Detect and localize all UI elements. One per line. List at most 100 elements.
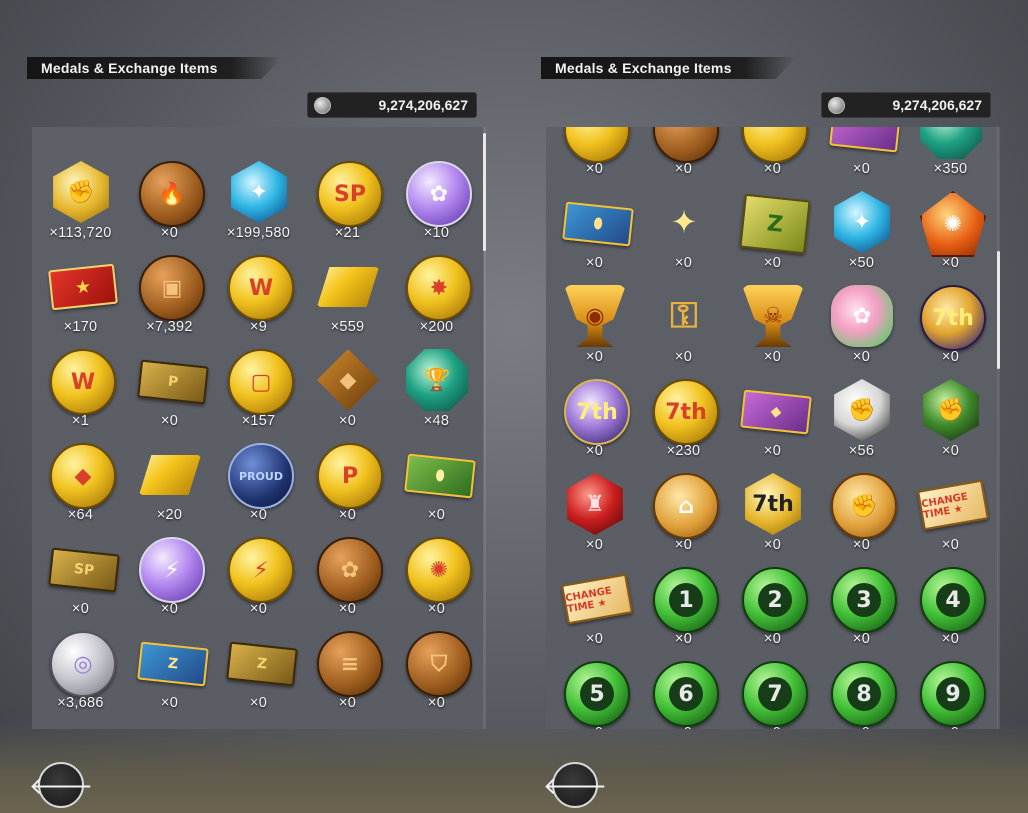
item-cell[interactable]: ✿ ×0 bbox=[303, 537, 392, 631]
blue-gold-hex-medal-icon: ✦ bbox=[834, 191, 890, 253]
7th-purple-medal-icon: 7th bbox=[564, 379, 630, 445]
item-count: ×0 bbox=[852, 161, 871, 177]
item-cell[interactable]: ▣ ×7,392 bbox=[125, 255, 214, 349]
item-cell[interactable]: W ×1 bbox=[36, 349, 125, 443]
item-cell[interactable]: ✸ ×200 bbox=[392, 255, 481, 349]
item-cell[interactable]: 7th ×230 bbox=[639, 379, 728, 473]
item-cell[interactable]: ⬮ ×0 bbox=[392, 443, 481, 537]
item-cell[interactable]: ✦ ×50 bbox=[817, 191, 906, 285]
item-count: ×0 bbox=[585, 443, 604, 459]
item-cell[interactable]: 6 ×0 bbox=[639, 661, 728, 729]
item-cell[interactable]: ✊ ×56 bbox=[817, 379, 906, 473]
gold-bar-icon bbox=[317, 267, 379, 307]
item-cell[interactable]: ☠ ×0 bbox=[728, 285, 817, 379]
item-cell[interactable]: ◉ ×0 bbox=[550, 285, 639, 379]
item-cell[interactable]: ▢ ×157 bbox=[214, 349, 303, 443]
item-grid[interactable]: ✊ ×113,720 🔥 ×0 ✦ ×199,580 SP ×21 ✿ ×10 ★ ×170 ▣ ×7,3… bbox=[32, 127, 484, 729]
item-cell[interactable]: SP ×21 bbox=[303, 161, 392, 255]
item-cell[interactable]: ✺ ×0 bbox=[906, 191, 995, 285]
item-cell[interactable]: 🏆 ×48 bbox=[392, 349, 481, 443]
item-cell[interactable]: Z ×0 bbox=[125, 631, 214, 725]
item-cell[interactable]: ★ ×170 bbox=[36, 255, 125, 349]
item-cell[interactable]: ×20 bbox=[125, 443, 214, 537]
item-cell[interactable]: P ×0 bbox=[125, 349, 214, 443]
item-count: ×0 bbox=[852, 349, 871, 365]
scroll-thumb[interactable] bbox=[997, 251, 1000, 369]
item-cell[interactable]: 🔥 ×0 bbox=[125, 161, 214, 255]
item-cell[interactable]: 7 ×0 bbox=[728, 661, 817, 729]
item-cell[interactable]: ◆ ×64 bbox=[36, 443, 125, 537]
item-cell[interactable]: 1 ×0 bbox=[639, 567, 728, 661]
item-cell[interactable]: ◎ ×3,686 bbox=[36, 631, 125, 725]
item-count: ×0 bbox=[941, 537, 960, 553]
item-count: ×0 bbox=[160, 601, 179, 617]
item-cell[interactable]: 4 ×0 bbox=[906, 567, 995, 661]
item-cell[interactable]: ≡ ×0 bbox=[303, 631, 392, 725]
item-cell[interactable]: PROUD ×0 bbox=[214, 443, 303, 537]
item-cell[interactable]: 7th ×0 bbox=[550, 379, 639, 473]
item-cell[interactable]: ×0 bbox=[728, 127, 817, 191]
teal-trophy-medal-icon: 🏆 bbox=[406, 349, 468, 411]
item-cell[interactable]: ◆ ×0 bbox=[303, 349, 392, 443]
item-cell[interactable]: Z ×0 bbox=[214, 631, 303, 725]
item-count: ×7,392 bbox=[146, 319, 193, 335]
item-cell[interactable]: 7th ×0 bbox=[728, 473, 817, 567]
blue-crystal-hex-medal-icon: ✦ bbox=[231, 161, 287, 223]
green-ball-1-icon: 1 bbox=[653, 567, 719, 633]
item-cell[interactable]: 7th ×0 bbox=[906, 285, 995, 379]
item-count: ×3,686 bbox=[57, 695, 104, 711]
back-arrow-icon: 🡐 bbox=[28, 771, 94, 800]
back-button[interactable]: 🡐 bbox=[543, 762, 607, 808]
item-cell[interactable]: ⚿ ×0 bbox=[639, 285, 728, 379]
item-cell[interactable]: CHANGE TIME ★ ×0 bbox=[906, 473, 995, 567]
item-cell[interactable]: 5 ×0 bbox=[550, 661, 639, 729]
item-count: ×64 bbox=[67, 507, 94, 523]
item-cell[interactable]: ✿ ×0 bbox=[817, 285, 906, 379]
item-cell[interactable]: ⬮ ×0 bbox=[550, 191, 639, 285]
scrollbar[interactable] bbox=[483, 127, 486, 729]
item-count: ×113,720 bbox=[49, 225, 112, 241]
item-cell[interactable]: 2 ×0 bbox=[728, 567, 817, 661]
item-cell[interactable]: P ×0 bbox=[303, 443, 392, 537]
item-cell[interactable]: ×0 bbox=[550, 127, 639, 191]
item-cell[interactable]: ✺ ×0 bbox=[392, 537, 481, 631]
item-cell[interactable]: ✦ ×199,580 bbox=[214, 161, 303, 255]
item-cell[interactable]: ⌂ ×0 bbox=[639, 473, 728, 567]
item-grid[interactable]: ×0 ×0 ×0 ×0 ×350 ⬮ ×0 ✦ ×0 Z ×0 ✦ ×50 ✺ ×0 ◉ ×0 ⚿ ×0 ☠ ×0 ✿ ×0… bbox=[546, 127, 998, 729]
z-gold-ticket-icon: Z bbox=[226, 641, 298, 687]
item-cell[interactable]: ✦ ×0 bbox=[639, 191, 728, 285]
item-cell[interactable]: W ×9 bbox=[214, 255, 303, 349]
scroll-thumb[interactable] bbox=[483, 133, 486, 251]
item-count: ×0 bbox=[728, 725, 817, 729]
sp-ticket-icon: SP bbox=[48, 547, 120, 593]
item-cell[interactable]: ✊ ×0 bbox=[906, 379, 995, 473]
item-cell[interactable]: Z ×0 bbox=[728, 191, 817, 285]
item-count: ×0 bbox=[674, 255, 693, 271]
item-cell[interactable]: 8 ×0 bbox=[817, 661, 906, 729]
green-ball-6-icon: 6 bbox=[653, 661, 719, 727]
item-cell[interactable]: ♜ ×0 bbox=[550, 473, 639, 567]
item-cell[interactable]: ×0 bbox=[817, 127, 906, 191]
item-cell[interactable]: ×350 bbox=[906, 127, 995, 191]
item-cell[interactable]: ⛉ ×0 bbox=[392, 631, 481, 725]
scrollbar[interactable] bbox=[997, 127, 1000, 729]
7th-anniversary-gold-coin-icon: 7th bbox=[653, 379, 719, 445]
item-count: ×1 bbox=[71, 413, 90, 429]
item-count: ×10 bbox=[423, 225, 450, 241]
item-cell[interactable]: 3 ×0 bbox=[817, 567, 906, 661]
item-cell[interactable]: ⚡ ×0 bbox=[125, 537, 214, 631]
currency-value: 9,274,206,627 bbox=[892, 97, 982, 113]
item-cell[interactable]: 9 ×0 bbox=[906, 661, 995, 729]
back-button[interactable]: 🡐 bbox=[29, 762, 93, 808]
item-cell[interactable]: ×0 bbox=[639, 127, 728, 191]
item-cell[interactable]: ◆ ×0 bbox=[728, 379, 817, 473]
item-cell[interactable]: ×559 bbox=[303, 255, 392, 349]
item-cell[interactable]: ✊ ×113,720 bbox=[36, 161, 125, 255]
item-cell[interactable]: ✊ ×0 bbox=[817, 473, 906, 567]
item-cell[interactable]: ✿ ×10 bbox=[392, 161, 481, 255]
item-cell[interactable]: CHANGE TIME ★ ×0 bbox=[550, 567, 639, 661]
item-cell[interactable]: ⚡ ×0 bbox=[214, 537, 303, 631]
dragon-photo-ticket-icon: ⬮ bbox=[562, 201, 634, 247]
item-count: ×48 bbox=[423, 413, 450, 429]
item-cell[interactable]: SP ×0 bbox=[36, 537, 125, 631]
